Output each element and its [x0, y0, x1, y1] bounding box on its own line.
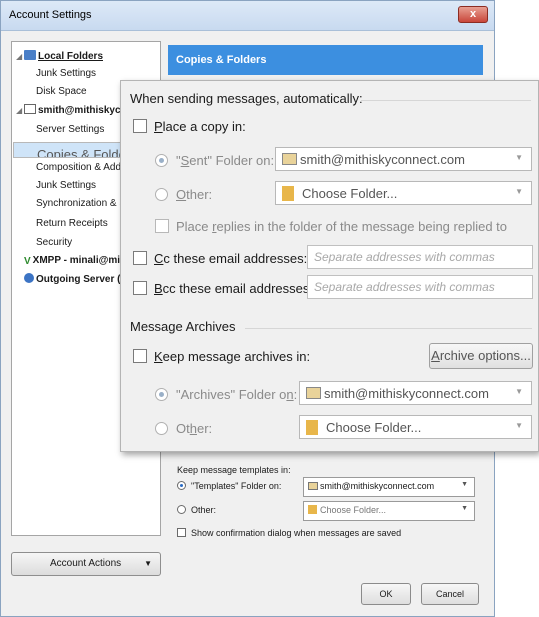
tree-outgoing-server[interactable]: Outgoing Server (: [24, 273, 120, 285]
section-divider: [361, 100, 531, 101]
checkbox[interactable]: [177, 528, 186, 537]
account-actions-button[interactable]: Account Actions ▼: [11, 552, 161, 576]
checkbox[interactable]: [133, 119, 147, 133]
account-icon: [306, 387, 321, 399]
folder-icon: [282, 186, 294, 201]
xmpp-icon: V: [24, 256, 31, 266]
archive-options-button[interactable]: Archive options...: [429, 343, 533, 369]
tree-synchronization[interactable]: Synchronization & St: [36, 198, 129, 209]
checkbox[interactable]: [133, 251, 147, 265]
tree-composition[interactable]: Composition & Addr: [36, 162, 124, 173]
other-folder-radio-2[interactable]: Other:: [155, 421, 212, 436]
dropdown-arrow-icon: ▼: [461, 481, 468, 488]
collapse-arrow-icon[interactable]: ◢: [16, 106, 24, 115]
templates-folder-select[interactable]: Choose Folder... ▼: [303, 501, 475, 521]
tree-return-receipts[interactable]: Return Receipts: [36, 218, 108, 229]
radio-unselected[interactable]: [177, 505, 186, 514]
cancel-button[interactable]: Cancel: [421, 583, 479, 605]
tree-disk-space[interactable]: Disk Space: [36, 86, 87, 97]
cc-addresses-input[interactable]: Separate addresses with commas: [307, 245, 533, 269]
dropdown-arrow-icon: ▼: [515, 421, 523, 430]
tree-xmpp-account[interactable]: V XMPP - minali@mi: [24, 255, 120, 266]
bcc-addresses-input[interactable]: Separate addresses with commas: [307, 275, 533, 299]
window-title: Account Settings: [9, 9, 92, 21]
tree-security[interactable]: Security: [36, 237, 72, 248]
sent-folder-radio[interactable]: "Sent" Folder on:: [155, 153, 274, 168]
dropdown-arrow-icon: ▼: [515, 153, 523, 162]
archives-section-heading: Message Archives: [130, 319, 236, 334]
account-icon: [282, 153, 297, 165]
tree-junk-settings-local[interactable]: Junk Settings: [36, 68, 96, 79]
close-button[interactable]: x: [458, 6, 488, 23]
place-copy-checkbox[interactable]: Place a copy in:: [133, 119, 246, 134]
bcc-checkbox[interactable]: Bcc these email addresses:: [133, 281, 313, 296]
radio-selected[interactable]: [155, 154, 168, 167]
show-confirmation-checkbox[interactable]: Show confirmation dialog when messages a…: [177, 528, 401, 538]
tree-local-folders[interactable]: ◢ Local Folders: [16, 50, 103, 62]
outgoing-server-icon: [24, 273, 34, 283]
ok-button[interactable]: OK: [361, 583, 411, 605]
dropdown-arrow-icon: ▼: [461, 505, 468, 512]
checkbox[interactable]: [155, 219, 169, 233]
radio-unselected[interactable]: [155, 422, 168, 435]
sent-account-select[interactable]: smith@mithiskyconnect.com ▼: [275, 147, 532, 171]
checkbox[interactable]: [133, 349, 147, 363]
place-replies-checkbox[interactable]: Place replies in the folder of the messa…: [155, 219, 507, 234]
account-icon: [308, 482, 318, 490]
section-divider: [245, 328, 532, 329]
title-bar: Account Settings x: [1, 1, 494, 31]
other-folder-radio-1[interactable]: Other:: [155, 187, 212, 202]
dropdown-arrow-icon: ▼: [144, 559, 152, 568]
cc-checkbox[interactable]: Cc these email addresses:: [133, 251, 307, 266]
mail-account-icon: [24, 104, 36, 114]
panel-heading: Copies & Folders: [168, 45, 483, 75]
local-folders-icon: [24, 50, 36, 60]
folder-icon: [306, 420, 318, 435]
tree-junk-settings[interactable]: Junk Settings: [36, 180, 96, 191]
tree-server-settings[interactable]: Server Settings: [36, 124, 104, 135]
dropdown-arrow-icon: ▼: [515, 187, 523, 196]
choose-folder-select-2[interactable]: Choose Folder... ▼: [299, 415, 532, 439]
choose-folder-select-1[interactable]: Choose Folder... ▼: [275, 181, 532, 205]
archives-account-select[interactable]: smith@mithiskyconnect.com ▼: [299, 381, 532, 405]
templates-other-radio[interactable]: Other:: [177, 505, 216, 515]
checkbox[interactable]: [133, 281, 147, 295]
radio-selected[interactable]: [155, 388, 168, 401]
templates-folder-radio[interactable]: "Templates" Folder on:: [177, 481, 281, 491]
radio-selected[interactable]: [177, 481, 186, 490]
dropdown-arrow-icon: ▼: [515, 387, 523, 396]
templates-group-label: Keep message templates in:: [177, 465, 291, 475]
radio-unselected[interactable]: [155, 188, 168, 201]
archives-folder-radio[interactable]: "Archives" Folder on:: [155, 387, 297, 402]
collapse-arrow-icon[interactable]: ◢: [16, 52, 24, 61]
keep-archives-checkbox[interactable]: Keep message archives in:: [133, 349, 310, 364]
sending-section-heading: When sending messages, automatically:: [130, 91, 363, 106]
folder-icon: [308, 505, 317, 514]
zoomed-copies-folders-panel: When sending messages, automatically: Pl…: [120, 80, 539, 452]
templates-account-select[interactable]: smith@mithiskyconnect.com ▼: [303, 477, 475, 497]
